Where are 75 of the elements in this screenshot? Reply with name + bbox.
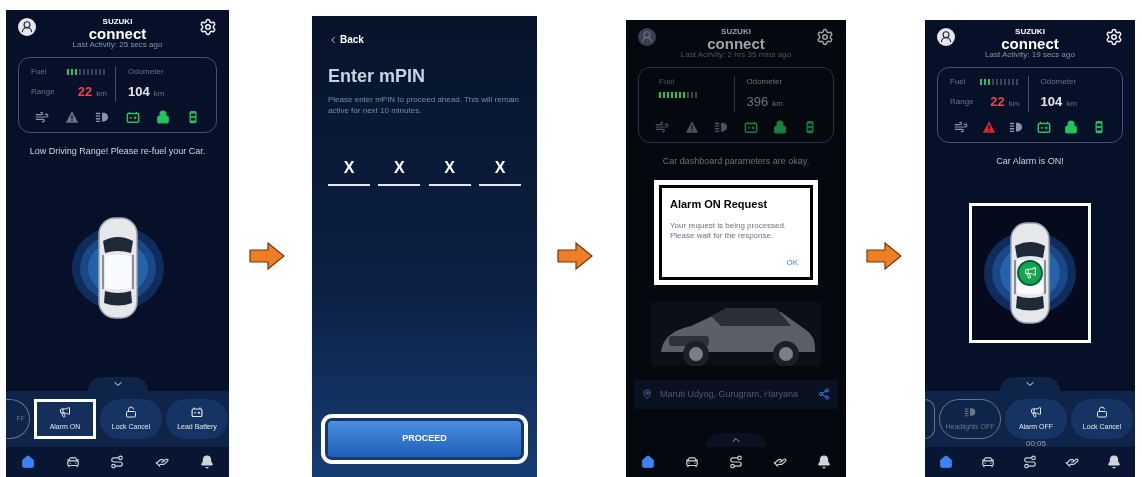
back-link[interactable]: Back: [328, 32, 364, 47]
brand-logo: connect: [707, 36, 765, 51]
car-icon[interactable]: [65, 455, 80, 469]
notification-icon[interactable]: [817, 455, 831, 469]
last-activity: Last Activity: 19 secs ago: [985, 51, 1075, 59]
home-icon[interactable]: [939, 455, 953, 469]
pin-digit-field[interactable]: X: [328, 156, 370, 186]
page-title: Enter mPIN: [328, 65, 427, 88]
next-arrow-icon: [248, 241, 286, 271]
hand-icon[interactable]: [1065, 455, 1079, 469]
drawer-handle[interactable]: [87, 377, 148, 391]
megaphone-icon: [1030, 405, 1042, 418]
home-icon[interactable]: [21, 455, 36, 469]
megaphone-icon: [59, 405, 71, 418]
hand-icon[interactable]: [155, 455, 170, 469]
hand-icon[interactable]: [773, 455, 787, 469]
dialog-message: Your request is being processed. Please wait for the response.: [670, 220, 788, 241]
fuel-label: Fuel: [659, 76, 676, 88]
pin-digit-field[interactable]: X: [479, 156, 521, 186]
range-label: Range: [950, 95, 974, 108]
odometer-value: 104: [128, 83, 150, 101]
avatar-icon[interactable]: [18, 18, 36, 36]
range-label: Range: [31, 85, 55, 98]
status-message: Low Driving Range! Please re-fuel your Car.: [28, 144, 207, 158]
odometer-unit: km: [153, 88, 165, 100]
odometer-unit: km: [1066, 98, 1077, 110]
odometer-label: Odometer: [128, 66, 165, 78]
last-activity: Last Activity: 2 hrs 35 mins ago: [680, 51, 792, 59]
brand-tag: SUZUKI: [1015, 28, 1045, 36]
next-arrow-icon: [556, 241, 594, 271]
share-icon[interactable]: [818, 388, 830, 401]
timer: 00:05: [1026, 440, 1046, 447]
car-icon[interactable]: [685, 455, 699, 469]
headlight-icon: [964, 405, 976, 418]
odometer-unit: km: [772, 98, 783, 110]
car-icon[interactable]: [981, 455, 995, 469]
settings-icon[interactable]: [816, 28, 834, 46]
status-message: Car dashboard parameters are okay.: [661, 154, 811, 168]
range-unit: km: [1008, 98, 1020, 110]
brand-logo: connect: [88, 26, 147, 41]
odometer-value: 396: [746, 93, 769, 111]
avatar-icon[interactable]: [937, 28, 955, 46]
brand-tag: SUZUKI: [721, 28, 751, 36]
location-pin-icon: [642, 389, 652, 400]
route-icon[interactable]: [729, 455, 743, 469]
range-value: 22: [77, 83, 93, 101]
odometer-label: Odometer: [746, 76, 784, 88]
odometer-label: Odometer: [1040, 76, 1078, 88]
description: Please enter mPIN to proceed ahead. This will remain active for next 10 minutes.: [328, 94, 521, 116]
odometer-value: 104: [1040, 93, 1063, 111]
notification-icon[interactable]: [199, 455, 214, 469]
next-arrow-icon: [865, 241, 903, 271]
route-icon[interactable]: [1023, 455, 1037, 469]
status-message: Car Alarm is ON!: [995, 154, 1065, 168]
fuel-label: Fuel: [950, 76, 966, 88]
range-unit: km: [96, 88, 107, 100]
unlock-icon: [125, 405, 137, 418]
back-chevron-icon: [328, 34, 338, 45]
notification-icon[interactable]: [1107, 455, 1121, 469]
home-icon[interactable]: [641, 455, 655, 469]
brand-logo: connect: [1001, 36, 1059, 51]
pin-digit-field[interactable]: X: [428, 156, 471, 186]
battery-icon: [191, 405, 203, 418]
fuel-label: Fuel: [31, 66, 47, 78]
ok-button[interactable]: OK: [786, 256, 802, 269]
pin-digit-field[interactable]: X: [378, 156, 421, 186]
drawer-handle[interactable]: [1000, 377, 1060, 391]
last-activity: Last Activity: 25 secs ago: [72, 41, 163, 49]
drawer-handle[interactable]: [706, 433, 766, 447]
unlock-icon: [1096, 405, 1108, 418]
route-icon[interactable]: [110, 455, 125, 469]
brand-tag: SUZUKI: [102, 18, 133, 26]
range-value: 22: [990, 93, 1005, 111]
dialog-title: Alarm ON Request: [670, 197, 769, 212]
location-text: Maruti Udyog, Gurugram, Haryana: [660, 387, 800, 401]
